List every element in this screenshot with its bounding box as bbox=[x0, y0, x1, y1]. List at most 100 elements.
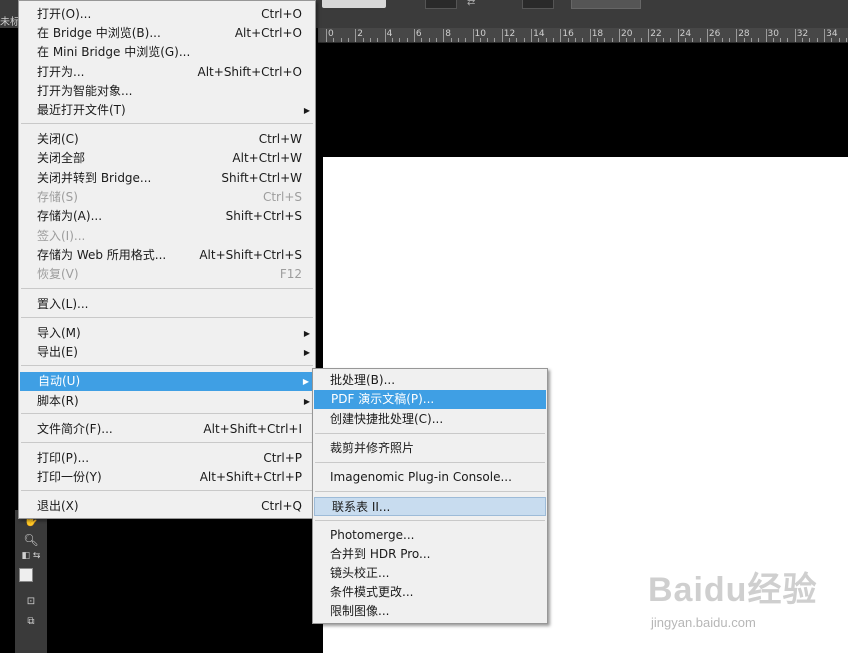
automate-menu-item[interactable]: 创建快捷批处理(C)... bbox=[313, 410, 547, 429]
file-menu-item[interactable]: 在 Mini Bridge 中浏览(G)... bbox=[19, 43, 315, 62]
ruler-tick bbox=[369, 38, 371, 42]
ruler-tick bbox=[743, 38, 745, 42]
file-menu-item[interactable]: 退出(X) Ctrl+Q bbox=[19, 497, 315, 516]
width-field[interactable] bbox=[425, 0, 457, 9]
ruler-tick bbox=[501, 29, 503, 42]
file-menu-item[interactable]: 打印(P)... Ctrl+P bbox=[19, 449, 315, 468]
file-menu-item[interactable]: 在 Bridge 中浏览(B)... Alt+Ctrl+O bbox=[19, 24, 315, 43]
menu-item-shortcut: Alt+Shift+Ctrl+O bbox=[197, 65, 302, 79]
menu-separator bbox=[21, 288, 313, 289]
style-dropdown[interactable] bbox=[322, 0, 386, 8]
ruler-tick bbox=[413, 29, 415, 42]
file-menu-item[interactable]: 导入(M) ▶ bbox=[19, 324, 315, 343]
swap-colors-icon[interactable]: ◧ ⇆ bbox=[15, 551, 47, 561]
automate-menu-item[interactable]: 批处理(B)... bbox=[313, 371, 547, 390]
file-menu-item[interactable]: 存储为 Web 所用格式... Alt+Shift+Ctrl+S bbox=[19, 246, 315, 265]
ruler-tick bbox=[758, 38, 760, 42]
ruler-tick bbox=[838, 38, 840, 42]
ruler-tick bbox=[457, 38, 459, 42]
file-menu-item[interactable]: 自动(U) ▶ bbox=[20, 372, 314, 391]
menu-separator bbox=[315, 520, 545, 521]
ruler-tick bbox=[362, 38, 364, 42]
file-menu-item[interactable]: 签入(I)... bbox=[19, 227, 315, 246]
file-menu-item[interactable]: 存储(S) Ctrl+S bbox=[19, 188, 315, 207]
ruler-tick bbox=[736, 29, 738, 42]
file-menu-item[interactable]: 文件简介(F)... Alt+Shift+Ctrl+I bbox=[19, 420, 315, 439]
ruler-tick bbox=[772, 38, 774, 42]
menu-item-shortcut: Ctrl+Q bbox=[261, 499, 302, 513]
menu-item-shortcut: Alt+Shift+Ctrl+S bbox=[199, 248, 302, 262]
menu-item-label: 在 Bridge 中浏览(B)... bbox=[37, 26, 161, 40]
file-menu-item[interactable]: 关闭并转到 Bridge... Shift+Ctrl+W bbox=[19, 169, 315, 188]
menu-item-label: 打开(O)... bbox=[37, 7, 92, 21]
ruler-tick bbox=[421, 38, 423, 42]
height-field[interactable] bbox=[522, 0, 554, 9]
watermark-brand: Baidu经验 bbox=[648, 571, 818, 609]
ruler-tick bbox=[662, 38, 664, 42]
menu-item-label: Imagenomic Plug-in Console... bbox=[330, 470, 512, 484]
ruler-tick bbox=[816, 38, 818, 42]
menu-item-label: 合并到 HDR Pro... bbox=[330, 547, 431, 561]
ruler-tick bbox=[487, 38, 489, 42]
file-menu-item[interactable]: 打开为... Alt+Shift+Ctrl+O bbox=[19, 63, 315, 82]
ruler-tick bbox=[560, 29, 562, 42]
ruler-tick bbox=[692, 38, 694, 42]
ruler-tick bbox=[465, 38, 467, 42]
file-menu-item[interactable]: 导出(E) ▶ bbox=[19, 343, 315, 362]
ruler-tick bbox=[597, 38, 598, 42]
ruler-tick bbox=[677, 29, 679, 42]
menu-item-label: PDF 演示文稿(P)... bbox=[331, 392, 435, 406]
ruler-tick bbox=[347, 38, 349, 42]
ruler-tick bbox=[787, 38, 789, 42]
menu-item-label: 联系表 II... bbox=[332, 500, 391, 514]
automate-menu-item[interactable]: 限制图像... bbox=[313, 602, 547, 621]
zoom-tool-icon[interactable]: 🔍︎ bbox=[15, 533, 47, 547]
ruler-tick bbox=[714, 38, 716, 42]
file-menu-item[interactable]: 恢复(V) F12 bbox=[19, 265, 315, 284]
refine-edge-button[interactable] bbox=[571, 0, 641, 9]
automate-menu-item[interactable]: 裁剪并修齐照片 bbox=[313, 439, 547, 458]
menu-separator bbox=[21, 413, 313, 414]
file-menu-item[interactable]: 打开(O)... Ctrl+O bbox=[19, 5, 315, 24]
menu-item-label: 打印(P)... bbox=[37, 451, 90, 465]
menu-item-label: 自动(U) bbox=[38, 374, 81, 388]
menu-separator bbox=[315, 462, 545, 463]
screen-mode-icon[interactable]: ⧉ bbox=[15, 616, 47, 627]
automate-menu-item[interactable]: 联系表 II... bbox=[314, 497, 546, 516]
quick-mask-icon[interactable]: ⊡ bbox=[15, 596, 47, 607]
ruler-tick bbox=[399, 38, 401, 42]
foreground-color-swatch[interactable] bbox=[19, 568, 33, 582]
ruler-tick bbox=[428, 38, 430, 42]
swap-arrow-icon[interactable]: ⇄ bbox=[467, 0, 475, 8]
file-menu-item[interactable]: 打印一份(Y) Alt+Shift+Ctrl+P bbox=[19, 468, 315, 487]
file-menu-item[interactable]: 最近打开文件(T) ▶ bbox=[19, 101, 315, 120]
ruler-tick bbox=[633, 38, 635, 42]
file-menu-item[interactable]: 脚本(R) ▶ bbox=[19, 392, 315, 411]
menu-item-label: 打印一份(Y) bbox=[37, 470, 102, 484]
file-menu-item[interactable]: 存储为(A)... Shift+Ctrl+S bbox=[19, 207, 315, 226]
automate-menu-item[interactable]: Photomerge... bbox=[313, 526, 547, 545]
ruler-tick bbox=[670, 38, 672, 42]
automate-menu-item[interactable]: PDF 演示文稿(P)... bbox=[314, 390, 546, 409]
ruler-tick bbox=[567, 38, 569, 42]
menu-item-label: Photomerge... bbox=[330, 528, 415, 542]
ruler-tick bbox=[450, 38, 452, 42]
menu-item-shortcut: Alt+Ctrl+O bbox=[234, 26, 302, 40]
menu-item-shortcut: Shift+Ctrl+W bbox=[221, 171, 302, 185]
automate-menu-item[interactable]: 合并到 HDR Pro... bbox=[313, 545, 547, 564]
automate-menu-item[interactable]: 镜头校正... bbox=[313, 564, 547, 583]
automate-menu-item[interactable]: Imagenomic Plug-in Console... bbox=[313, 468, 547, 487]
watermark-url: jingyan.baidu.com bbox=[651, 615, 756, 630]
menu-separator bbox=[315, 491, 545, 492]
automate-menu-item[interactable]: 条件模式更改... bbox=[313, 583, 547, 602]
ruler-tick bbox=[640, 38, 642, 42]
file-menu-item[interactable]: 关闭全部 Alt+Ctrl+W bbox=[19, 149, 315, 168]
menu-item-label: 关闭并转到 Bridge... bbox=[37, 171, 152, 185]
file-menu-item[interactable]: 关闭(C) Ctrl+W bbox=[19, 130, 315, 149]
baidu-watermark: Baidu经验 jingyan.baidu.com bbox=[648, 562, 828, 638]
file-menu-item[interactable]: 置入(L)... bbox=[19, 295, 315, 314]
ruler-tick bbox=[406, 38, 408, 42]
horizontal-ruler: 0 2 4 6 8 10 12 14 16 18 20 22 24 26 28 30 32 34 bbox=[318, 28, 848, 43]
ruler-tick bbox=[494, 38, 496, 42]
file-menu-item[interactable]: 打开为智能对象... bbox=[19, 82, 315, 101]
